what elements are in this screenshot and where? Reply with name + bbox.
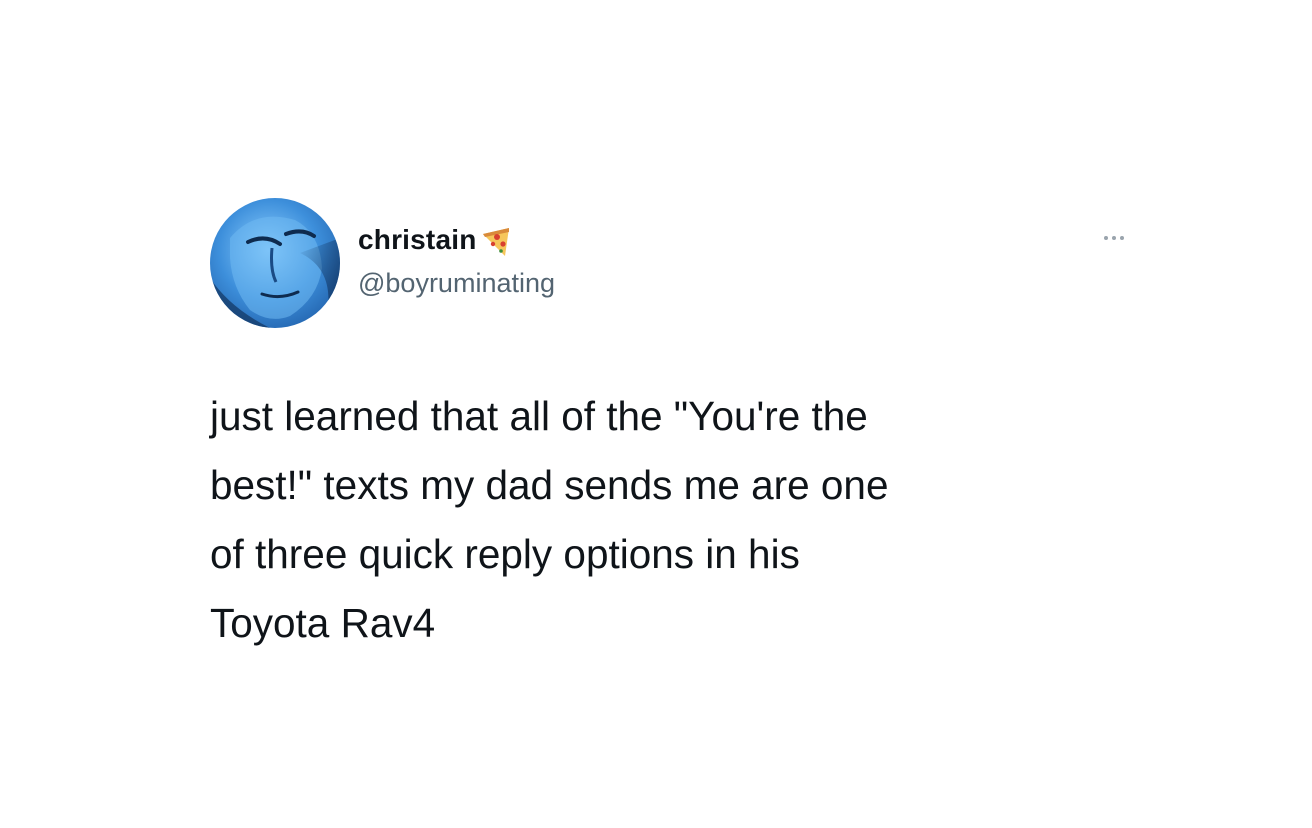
author-name-row: christain: [358, 222, 513, 258]
tweet-text-line: Toyota Rav4: [210, 600, 436, 646]
tweet-card[interactable]: christain @boyruminating just learned th…: [160, 196, 1182, 656]
tweet-text-line: of three quick reply options in his: [210, 531, 800, 577]
tweet-text-line: best!" texts my dad sends me are one: [210, 462, 889, 508]
more-options-icon[interactable]: [1094, 228, 1134, 248]
tweet-text: just learned that all of the "You're the…: [210, 382, 1110, 658]
blue-face-avatar-icon: [210, 198, 340, 328]
author-handle[interactable]: @boyruminating: [358, 268, 555, 299]
pizza-icon: [479, 224, 513, 258]
avatar[interactable]: [210, 198, 340, 328]
author-display-name[interactable]: christain: [358, 224, 477, 256]
tweet-text-line: just learned that all of the "You're the: [210, 393, 868, 439]
